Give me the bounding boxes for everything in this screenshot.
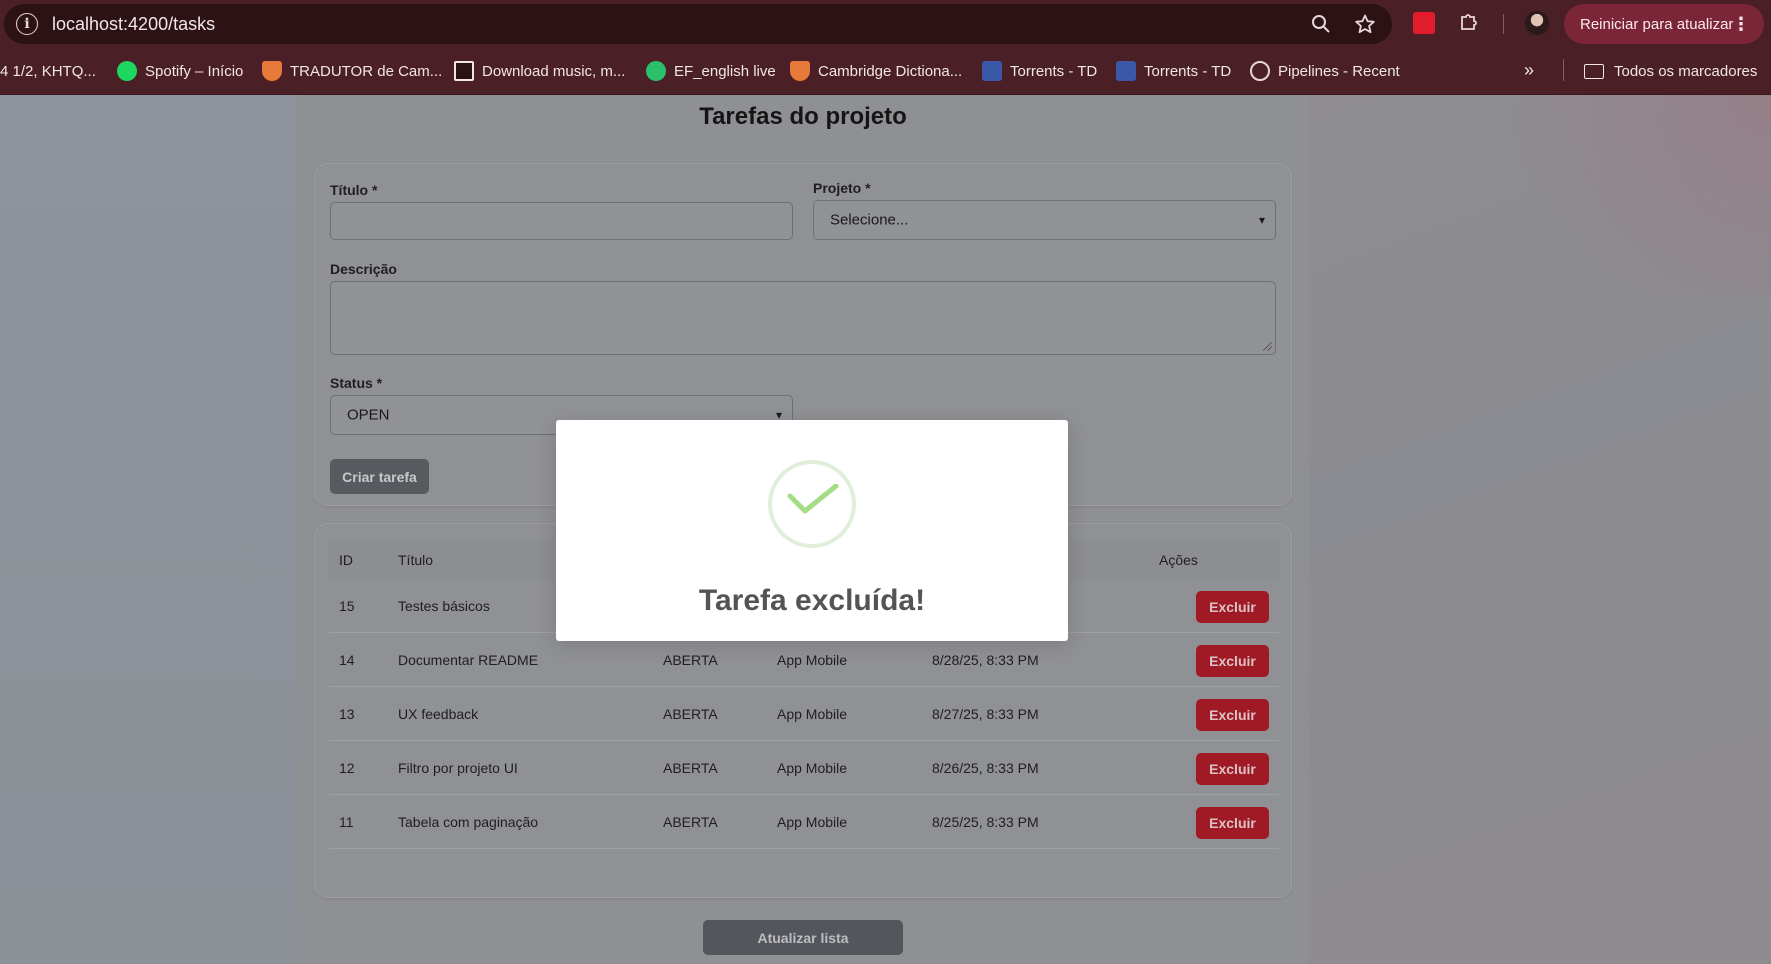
table-row: 12 Filtro por projeto UI ABERTA App Mobi… [329, 742, 1279, 795]
delete-button[interactable]: Excluir [1196, 753, 1269, 785]
success-dialog: Tarefa excluída! [556, 420, 1068, 641]
ef-icon [646, 61, 666, 81]
bookmark-star-icon[interactable] [1354, 13, 1376, 35]
cell-id: 14 [339, 652, 355, 668]
description-textarea[interactable] [330, 281, 1276, 355]
globe-icon [1250, 61, 1270, 81]
bookmark-label: Cambridge Dictiona... [818, 62, 963, 80]
zoom-icon[interactable] [1310, 13, 1332, 35]
profile-avatar[interactable] [1525, 11, 1549, 35]
cell-id: 11 [339, 814, 354, 830]
refresh-list-button[interactable]: Atualizar lista [703, 920, 903, 955]
bookmark-item[interactable]: Torrents - TD [1116, 47, 1231, 95]
cell-status: ABERTA [663, 706, 718, 722]
cell-date: 8/26/25, 8:33 PM [932, 760, 1039, 776]
more-menu-icon[interactable]: ⋮ [1732, 14, 1750, 35]
spotify-icon [117, 61, 137, 81]
table-row: 14 Documentar README ABERTA App Mobile 8… [329, 634, 1279, 687]
status-label: Status * [330, 375, 383, 391]
bookmark-item[interactable]: TRADUTOR de Cam... [262, 47, 442, 95]
bookmark-item[interactable]: Spotify – Início [117, 47, 243, 95]
extensions-puzzle-icon[interactable] [1458, 11, 1480, 39]
bookmark-label: Torrents - TD [1144, 62, 1232, 80]
bookmark-item[interactable]: EF_english live [646, 47, 776, 95]
toolbar-divider [1503, 14, 1504, 34]
cell-id: 15 [339, 598, 355, 614]
success-check-icon [787, 484, 839, 514]
download-icon [454, 61, 474, 81]
folder-icon [1584, 63, 1604, 79]
page-background-glow [1451, 95, 1771, 295]
project-select[interactable]: Selecione... ▾ [813, 200, 1276, 240]
column-header-id: ID [339, 552, 353, 568]
address-url[interactable]: localhost:4200/tasks [52, 14, 215, 35]
restart-update-label: Reiniciar para atualizar [1580, 15, 1734, 33]
title-input[interactable] [330, 202, 793, 240]
chevron-down-icon: ▾ [1258, 213, 1265, 227]
table-row: 11 Tabela com paginação ABERTA App Mobil… [329, 796, 1279, 849]
bookmark-label: Pipelines - Recent [1278, 62, 1400, 80]
table-row: 13 UX feedback ABERTA App Mobile 8/27/25… [329, 688, 1279, 741]
delete-button[interactable]: Excluir [1196, 645, 1269, 677]
delete-button[interactable]: Excluir [1196, 699, 1269, 731]
site-info-icon[interactable]: i [16, 13, 38, 35]
cell-project: App Mobile [777, 706, 848, 722]
cambridge-shield-icon [262, 61, 282, 81]
td-icon [982, 61, 1002, 81]
create-task-button[interactable]: Criar tarefa [330, 459, 429, 494]
bookmark-label: EF_english live [674, 62, 776, 80]
restart-update-button[interactable]: Reiniciar para atualizar ⋮ [1564, 4, 1764, 44]
cell-title: Documentar README [398, 652, 539, 668]
address-bar[interactable]: i localhost:4200/tasks [4, 4, 1392, 44]
column-header-actions: Ações [1159, 552, 1198, 568]
bookmark-label: Spotify – Início [145, 62, 244, 80]
delete-button[interactable]: Excluir [1196, 591, 1269, 623]
cell-title: Testes básicos [398, 598, 490, 614]
description-label: Descrição [330, 261, 397, 277]
cell-id: 13 [339, 706, 355, 722]
bookmark-item[interactable]: 4 1/2, KHTQ... [0, 47, 96, 95]
cell-id: 12 [339, 760, 355, 776]
project-label: Projeto * [813, 180, 871, 196]
dialog-title: Tarefa excluída! [698, 584, 926, 617]
bookmarks-divider [1563, 59, 1564, 81]
page-background-left [0, 95, 297, 964]
cell-date: 8/25/25, 8:33 PM [932, 814, 1039, 830]
cell-status: ABERTA [663, 760, 718, 776]
cell-title: Tabela com paginação [398, 814, 539, 830]
title-label: Título * [330, 182, 378, 198]
cell-project: App Mobile [777, 760, 848, 776]
cell-status: ABERTA [663, 814, 718, 830]
cell-date: 8/27/25, 8:33 PM [932, 706, 1039, 722]
page-title: Tarefas do projeto [699, 103, 907, 130]
bookmark-item[interactable]: Pipelines - Recent [1250, 47, 1400, 95]
bookmark-label: 4 1/2, KHTQ... [0, 62, 96, 80]
all-bookmarks-button[interactable]: Todos os marcadores [1584, 47, 1757, 95]
column-header-title: Título [398, 552, 434, 568]
cell-title: Filtro por projeto UI [398, 760, 518, 776]
td-icon [1116, 61, 1136, 81]
browser-toolbar: i localhost:4200/tasks Reiniciar para at… [0, 0, 1771, 47]
bookmark-item[interactable]: Cambridge Dictiona... [790, 47, 962, 95]
bookmarks-overflow-icon[interactable]: » [1524, 60, 1534, 81]
project-select-value: Selecione... [830, 211, 909, 229]
cambridge-shield-icon [790, 61, 810, 81]
delete-button[interactable]: Excluir [1196, 807, 1269, 839]
bookmark-label: Download music, m... [482, 62, 626, 80]
cell-project: App Mobile [777, 814, 848, 830]
all-bookmarks-label: Todos os marcadores [1614, 62, 1758, 80]
cell-title: UX feedback [398, 706, 479, 722]
cell-date: 8/28/25, 8:33 PM [932, 652, 1039, 668]
cell-status: ABERTA [663, 652, 718, 668]
resize-handle-icon[interactable] [1263, 342, 1272, 351]
cell-project: App Mobile [777, 652, 848, 668]
bookmark-item[interactable]: Download music, m... [454, 47, 625, 95]
status-select-value: OPEN [347, 406, 390, 424]
bookmark-item[interactable]: Torrents - TD [982, 47, 1097, 95]
bookmark-label: Torrents - TD [1010, 62, 1098, 80]
bookmark-label: TRADUTOR de Cam... [290, 62, 443, 80]
extension-mendeley-icon[interactable] [1413, 12, 1435, 34]
